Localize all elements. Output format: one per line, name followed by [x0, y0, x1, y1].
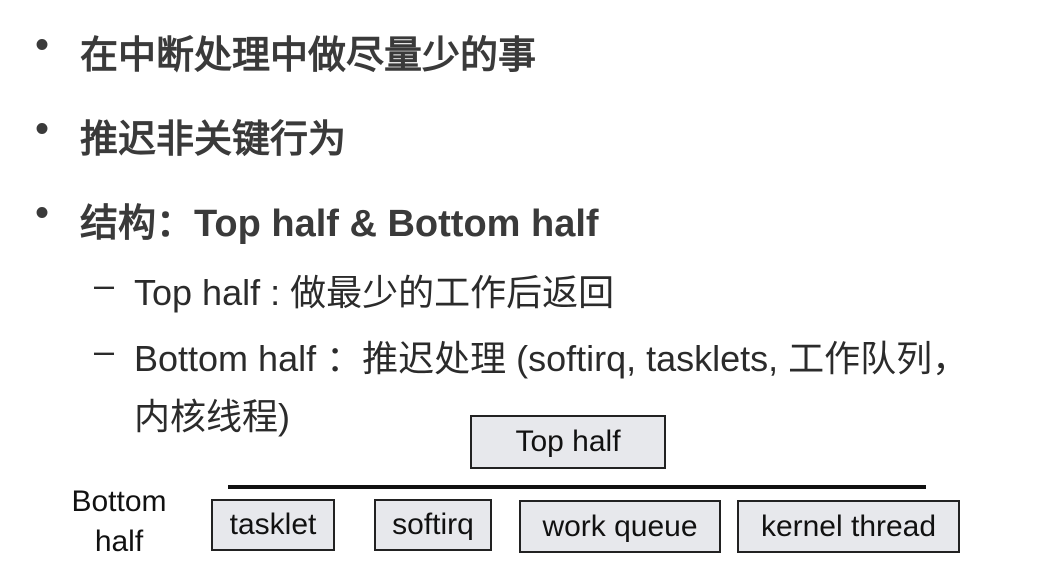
bullet-text: 在中断处理中做尽量少的事	[80, 35, 537, 77]
top-half-box: Top half	[470, 415, 666, 469]
kernel-thread-box: kernel thread	[737, 500, 960, 553]
bullet-text: 结构：Top half & Bottom half	[80, 203, 599, 245]
sub-item-marker: –	[94, 330, 115, 371]
softirq-box: softirq	[374, 499, 492, 551]
bullet-text: 推迟非关键行为	[80, 119, 347, 161]
sub-item-continuation: 内核线程)	[134, 396, 290, 437]
bottom-half-label: Bottom half	[58, 482, 180, 562]
bullet-marker: •	[35, 108, 49, 150]
bullet-marker: •	[35, 192, 49, 234]
sub-item-text: Top half : 做最少的工作后返回	[134, 272, 615, 313]
work-queue-box: work queue	[519, 500, 721, 553]
bottom-half-label-line2: half	[94, 525, 144, 558]
bottom-half-label-line1: Bottom	[71, 485, 167, 518]
bullet-marker: •	[35, 24, 49, 66]
divider-line	[228, 485, 926, 489]
tasklet-box: tasklet	[211, 499, 335, 551]
sub-item-marker: –	[94, 264, 115, 305]
sub-item-text: Bottom half ：推迟处理 (softirq, tasklets, 工作…	[134, 338, 969, 379]
